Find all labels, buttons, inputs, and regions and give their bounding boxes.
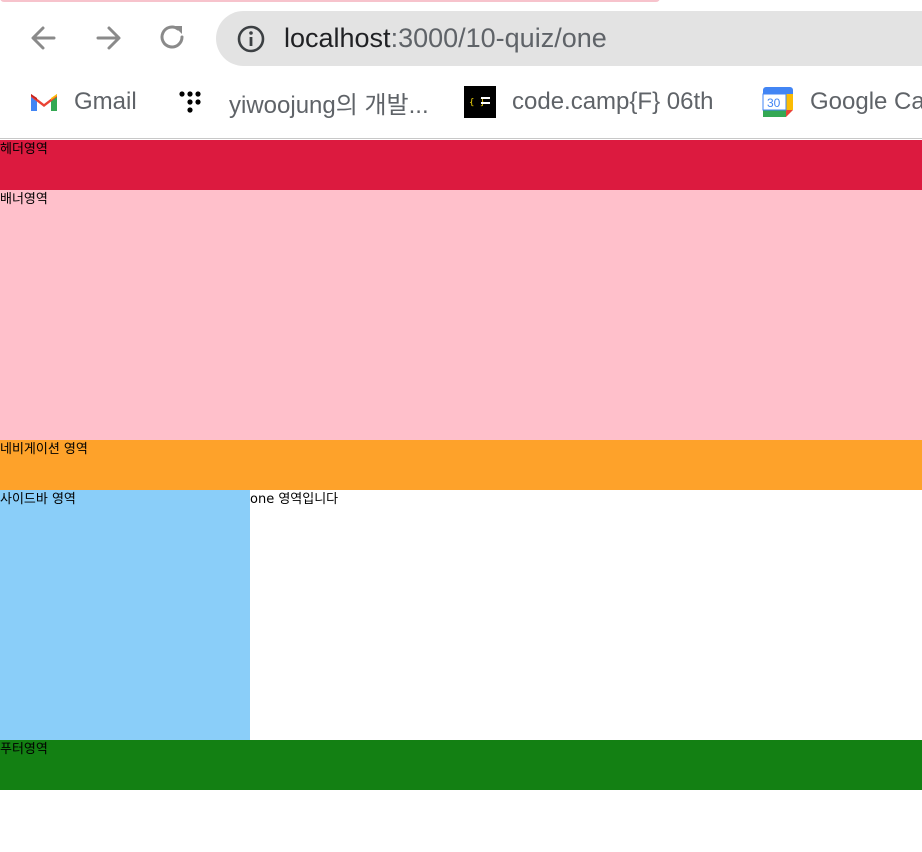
banner-area: 배너영역 — [0, 190, 922, 440]
bookmark-gmail[interactable]: Gmail — [28, 84, 137, 120]
calendar-date: 30 — [767, 96, 781, 110]
page-layout: 헤더영역 배너영역 네비게이션 영역 사이드바 영역 one 영역입니다 푸터영… — [0, 140, 922, 790]
sidebar-label: 사이드바 영역 — [0, 492, 76, 507]
main-content-area: one 영역입니다 — [250, 490, 922, 740]
forward-button[interactable] — [90, 20, 126, 56]
footer-area: 푸터영역 — [0, 740, 922, 790]
active-tab-indicator — [0, 0, 660, 2]
bookmark-label: code.camp{F} 06th — [512, 88, 714, 115]
chrome-divider — [0, 138, 922, 139]
bookmark-codecamp[interactable]: { } code.camp{F} 06th — [464, 84, 713, 120]
codecamp-icon: { } — [464, 86, 496, 118]
reload-button[interactable] — [154, 20, 190, 56]
url-text: localhost:3000/10-quiz/one — [284, 22, 607, 55]
url-host: localhost — [284, 23, 391, 53]
navigation-area: 네비게이션 영역 — [0, 440, 922, 490]
arrow-left-icon — [31, 26, 56, 50]
body-row: 사이드바 영역 one 영역입니다 — [0, 490, 922, 740]
navigation-label: 네비게이션 영역 — [0, 442, 88, 457]
header-area: 헤더영역 — [0, 140, 922, 190]
bookmark-label: Gmail — [74, 88, 137, 115]
bookmark-label: Google Ca — [810, 88, 922, 115]
header-label: 헤더영역 — [0, 142, 48, 157]
arrow-right-icon — [96, 26, 121, 50]
site-info-icon[interactable] — [236, 24, 266, 54]
address-bar[interactable]: localhost:3000/10-quiz/one — [216, 11, 922, 66]
back-button[interactable] — [26, 20, 62, 56]
gmail-icon — [31, 94, 57, 111]
bookmark-yiwoojung[interactable]: yiwoojung의 개발... — [174, 84, 429, 120]
footer-label: 푸터영역 — [0, 742, 48, 757]
url-path: :3000/10-quiz/one — [390, 23, 607, 53]
sidebar-area: 사이드바 영역 — [0, 490, 250, 740]
bookmark-google-calendar[interactable]: 30 Google Ca — [762, 84, 922, 120]
bookmark-label: yiwoojung의 개발... — [229, 91, 429, 119]
banner-label: 배너영역 — [0, 192, 48, 207]
dots-icon — [179, 91, 201, 113]
google-calendar-icon: 30 — [762, 87, 793, 117]
browser-chrome: localhost:3000/10-quiz/one Gmail yiwooju… — [0, 0, 922, 139]
main-content-label: one 영역입니다 — [250, 492, 339, 507]
reload-icon — [160, 25, 184, 49]
